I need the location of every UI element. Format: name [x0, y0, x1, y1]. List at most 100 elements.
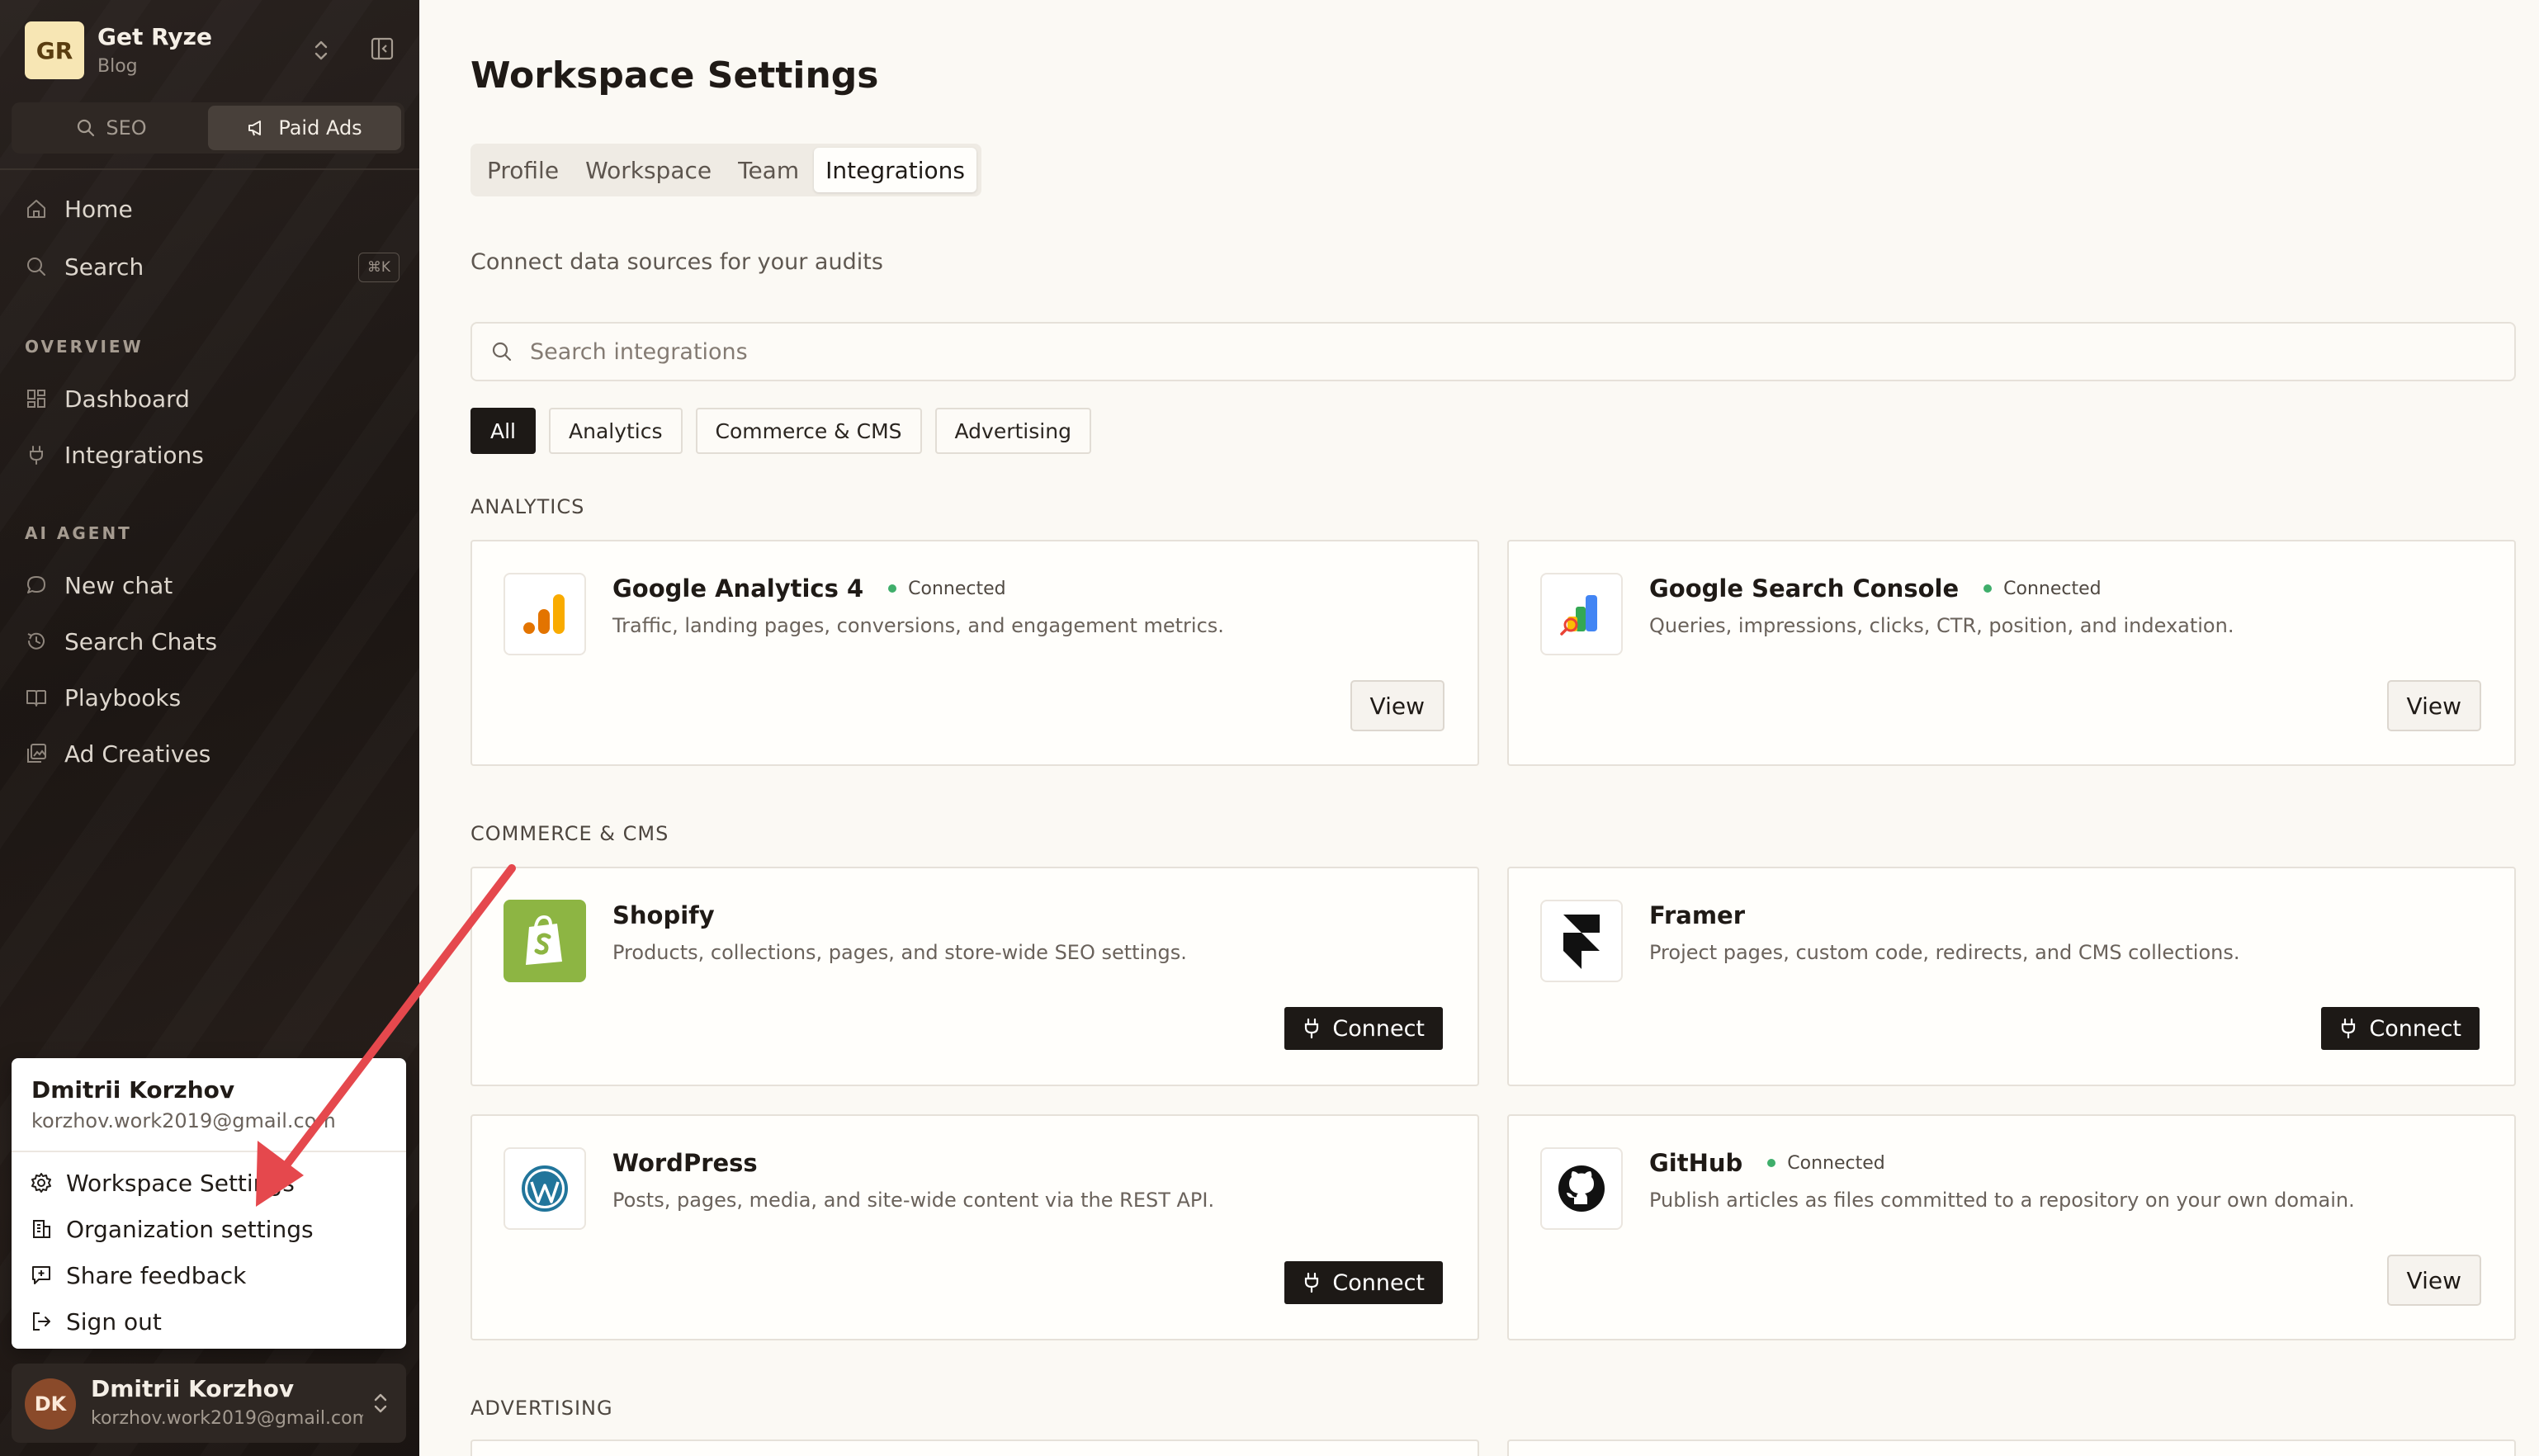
dashboard-icon	[27, 390, 45, 408]
megaphone-icon	[248, 121, 262, 136]
sidebar-item-integrations[interactable]: Integrations	[25, 434, 404, 475]
search-icon	[78, 119, 95, 137]
main-content: Workspace Settings Profile Workspace Tea…	[419, 0, 2539, 1456]
mode-tab-paid-ads[interactable]: Paid Ads	[208, 106, 401, 150]
menu-item-label: Sign out	[66, 1307, 162, 1335]
filter-advertising[interactable]: Advertising	[934, 408, 1091, 454]
connect-button[interactable]: Connect	[1284, 1007, 1443, 1050]
section-label-ai-agent: AI AGENT	[25, 523, 132, 543]
status-badge: Connected	[888, 578, 1006, 599]
sidebar-item-label: Search Chats	[64, 627, 218, 655]
view-button[interactable]: View	[2386, 1255, 2481, 1306]
sign-out-icon	[33, 1312, 50, 1331]
menu-item-organization-settings[interactable]: Organization settings	[30, 1208, 314, 1250]
mode-tab-seo[interactable]: SEO	[15, 106, 208, 150]
search-icon	[27, 258, 45, 276]
menu-item-label: Organization settings	[66, 1215, 314, 1243]
connect-label: Connect	[1332, 1015, 1425, 1042]
connect-button[interactable]: Connect	[1284, 1261, 1443, 1304]
section-heading-analytics: ANALYTICS	[470, 495, 585, 518]
avatar: DK	[25, 1378, 76, 1430]
plug-icon	[1305, 1272, 1319, 1293]
sidebar-item-label: Dashboard	[64, 385, 190, 413]
sidebar-item-new-chat[interactable]: New chat	[25, 565, 404, 606]
sidebar-divider	[0, 168, 419, 170]
integration-card-framer: Framer Project pages, custom code, redir…	[1507, 867, 2516, 1086]
section-heading-commerce-cms: COMMERCE & CMS	[470, 822, 669, 845]
sidebar-item-dashboard[interactable]: Dashboard	[25, 378, 404, 419]
sidebar-item-label: Integrations	[64, 441, 204, 469]
integration-description: Queries, impressions, clicks, CTR, posit…	[1649, 614, 2234, 637]
integration-title: Google Search Console	[1649, 574, 1960, 603]
menu-item-label: Workspace Settings	[66, 1169, 295, 1197]
menu-divider	[12, 1151, 406, 1152]
workspace-name: Get Ryze	[97, 23, 212, 50]
connect-button[interactable]: Connect	[2321, 1007, 2480, 1050]
plug-icon	[1305, 1018, 1319, 1039]
collapse-sidebar-icon[interactable]	[370, 36, 395, 61]
sidebar-item-label: Playbooks	[64, 683, 182, 711]
status-dot	[888, 584, 897, 593]
integration-description: Publish articles as files committed to a…	[1649, 1189, 2355, 1212]
integration-title: WordPress	[612, 1149, 758, 1177]
view-button[interactable]: View	[1350, 680, 1444, 731]
wordpress-logo-icon	[504, 1147, 586, 1230]
integration-card-github: GitHub Connected Publish articles as fil…	[1507, 1114, 2516, 1340]
category-filters: All Analytics Commerce & CMS Advertising	[470, 408, 1091, 454]
integration-card-shopify: Shopify Products, collections, pages, an…	[470, 867, 1479, 1086]
integration-card-advertising-partial	[1507, 1439, 2516, 1456]
page-subtitle: Connect data sources for your audits	[470, 249, 883, 275]
user-menu-email: korzhov.work2019@gmail.com	[31, 1109, 336, 1132]
tab-profile[interactable]: Profile	[475, 148, 570, 192]
filter-all[interactable]: All	[470, 408, 536, 454]
view-button[interactable]: View	[2386, 680, 2481, 731]
user-dropdown-menu: Dmitrii Korzhov korzhov.work2019@gmail.c…	[12, 1058, 406, 1349]
tab-workspace[interactable]: Workspace	[574, 148, 723, 192]
images-icon	[27, 744, 46, 763]
tab-integrations[interactable]: Integrations	[814, 148, 976, 192]
user-email: korzhov.work2019@gmail.com	[91, 1408, 363, 1429]
section-label-overview: OVERVIEW	[25, 337, 144, 357]
sidebar-item-playbooks[interactable]: Playbooks	[25, 677, 404, 718]
github-logo-icon	[1540, 1147, 1623, 1230]
google-search-console-logo-icon	[1540, 573, 1623, 655]
sidebar-item-home[interactable]: Home	[25, 188, 404, 229]
workspace-switcher[interactable]: GR Get Ryze Blog	[25, 20, 404, 79]
integration-description: Traffic, landing pages, conversions, and…	[612, 614, 1224, 637]
menu-item-sign-out[interactable]: Sign out	[30, 1301, 162, 1342]
user-account-button[interactable]: DK Dmitrii Korzhov korzhov.work2019@gmai…	[12, 1364, 406, 1443]
integration-card-advertising-partial	[470, 1439, 1479, 1456]
status-text: Connected	[908, 578, 1006, 599]
integration-description: Project pages, custom code, redirects, a…	[1649, 941, 2240, 964]
status-text: Connected	[2003, 578, 2102, 599]
sidebar-item-ad-creatives[interactable]: Ad Creatives	[25, 733, 404, 774]
filter-commerce-cms[interactable]: Commerce & CMS	[695, 408, 922, 454]
integration-card-google-search-console: Google Search Console Connected Queries,…	[1507, 540, 2516, 766]
filter-analytics[interactable]: Analytics	[549, 408, 683, 454]
status-dot	[1983, 584, 1993, 593]
home-icon	[27, 200, 45, 218]
menu-item-share-feedback[interactable]: Share feedback	[30, 1255, 246, 1296]
sidebar-item-label: New chat	[64, 571, 173, 599]
sidebar-item-search-chats[interactable]: Search Chats	[25, 621, 404, 662]
status-dot	[1767, 1159, 1776, 1167]
chat-bubble-icon	[27, 576, 45, 593]
status-badge: Connected	[1767, 1153, 1885, 1174]
sidebar-item-label: Home	[64, 195, 133, 223]
chevron-up-down-icon	[312, 38, 330, 63]
plug-icon	[2342, 1018, 2356, 1039]
chevron-up-down-icon	[371, 1390, 390, 1416]
sidebar-item-search[interactable]: Search ⌘K	[25, 246, 404, 287]
mode-tab-label: SEO	[106, 116, 147, 139]
search-input[interactable]	[530, 338, 2428, 365]
menu-item-workspace-settings[interactable]: Workspace Settings	[30, 1162, 295, 1203]
mode-tab-label: Paid Ads	[278, 116, 362, 139]
section-heading-advertising: ADVERTISING	[470, 1397, 613, 1420]
integration-title: GitHub	[1649, 1149, 1743, 1177]
user-menu-name: Dmitrii Korzhov	[31, 1076, 235, 1104]
history-icon	[27, 632, 45, 650]
building-icon	[33, 1220, 50, 1238]
tab-team[interactable]: Team	[726, 148, 811, 192]
framer-logo-icon	[1540, 900, 1623, 982]
integration-description: Posts, pages, media, and site-wide conte…	[612, 1189, 1215, 1212]
